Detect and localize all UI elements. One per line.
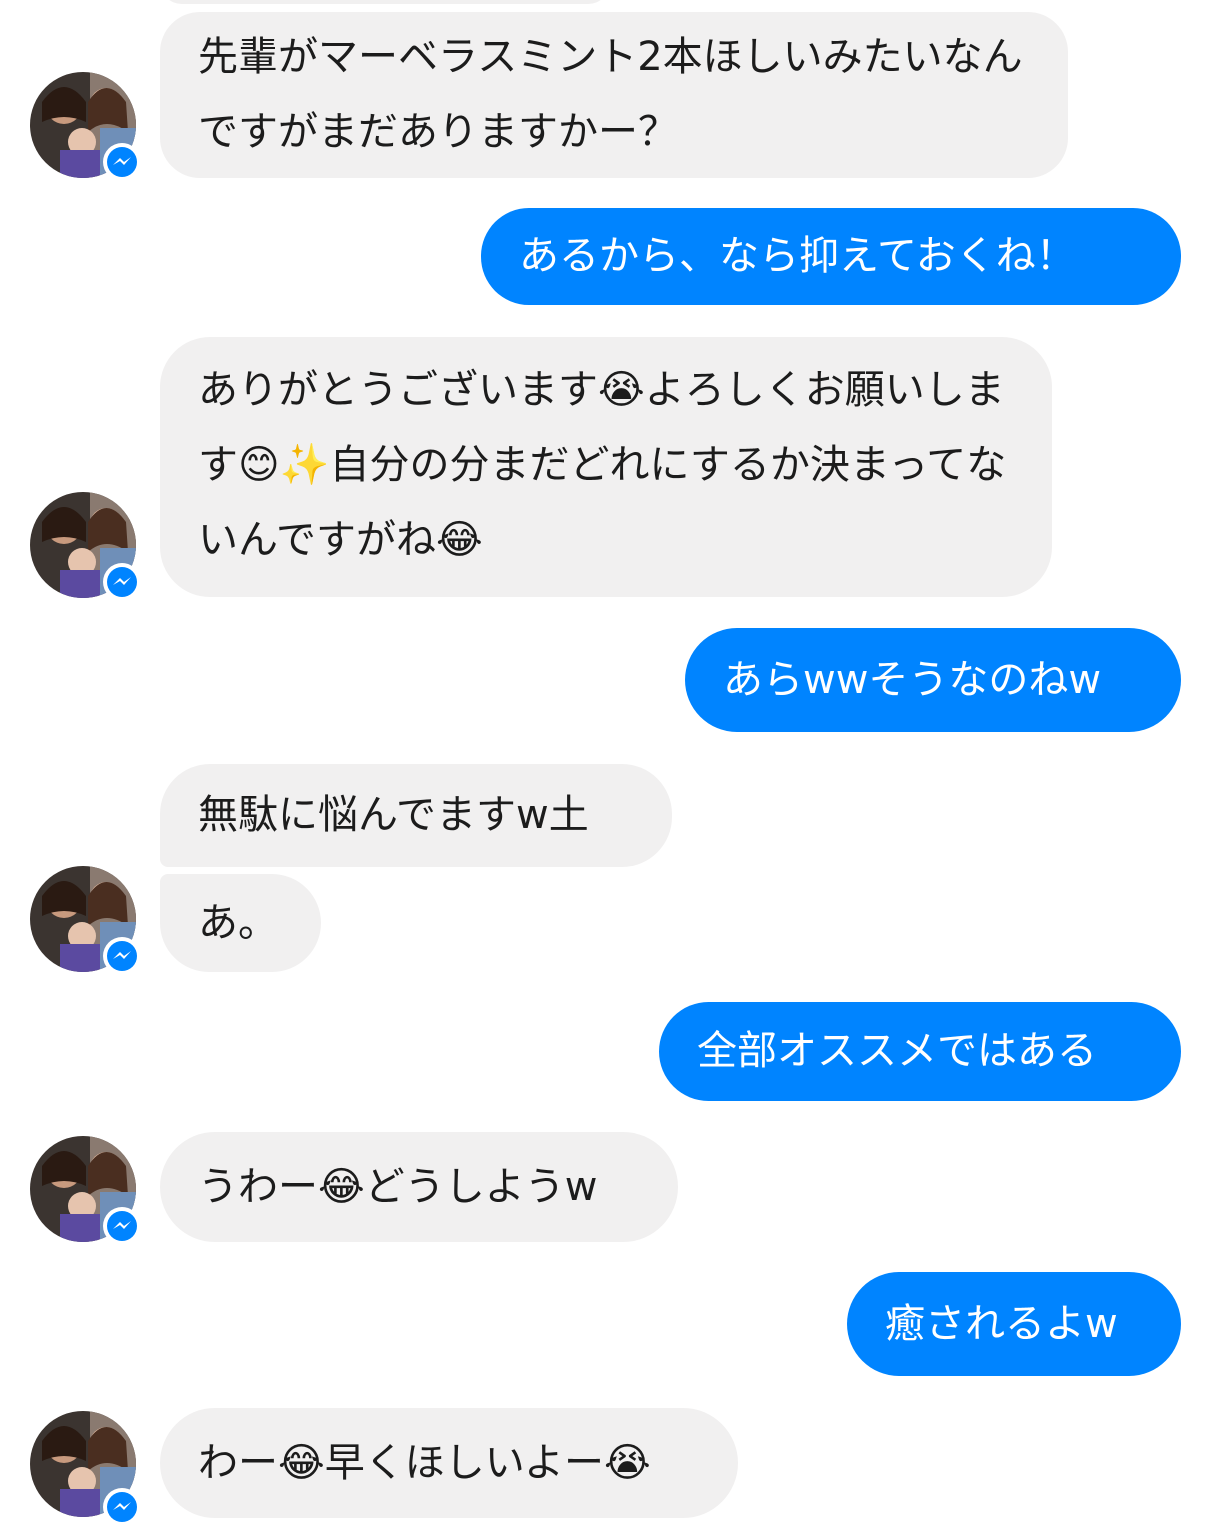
outgoing-message[interactable]: 全部オススメではある [659, 1002, 1181, 1101]
contact-avatar[interactable] [30, 866, 141, 975]
messenger-badge-icon [102, 936, 142, 976]
messenger-badge-icon [102, 562, 142, 602]
messenger-badge-icon [102, 1487, 142, 1527]
incoming-message[interactable]: 先輩がマーベラスミント2本ほしいみたいなんですがまだありますかー？ [160, 12, 1068, 178]
incoming-message[interactable]: うわー😂どうしようw [160, 1132, 678, 1242]
incoming-message[interactable]: ありがとうございます😭よろしくお願いします😊✨自分の分まだどれにするか決まってな… [160, 337, 1052, 597]
contact-avatar[interactable] [30, 492, 141, 601]
incoming-message[interactable]: わー😂早くほしいよー😭 [160, 1408, 738, 1518]
previous-message-stub [160, 0, 610, 4]
contact-avatar[interactable] [30, 1411, 141, 1526]
contact-avatar[interactable] [30, 72, 141, 181]
outgoing-message[interactable]: あるから、なら抑えておくね！ [481, 208, 1181, 305]
outgoing-message[interactable]: 癒されるよw [847, 1272, 1181, 1376]
messenger-badge-icon [102, 142, 142, 182]
contact-avatar[interactable] [30, 1136, 141, 1245]
messenger-badge-icon [102, 1206, 142, 1246]
incoming-message[interactable]: あ。 [160, 874, 321, 972]
outgoing-message[interactable]: あらwwそうなのねw [685, 628, 1181, 732]
incoming-message[interactable]: 無駄に悩んでますw土 [160, 764, 672, 867]
